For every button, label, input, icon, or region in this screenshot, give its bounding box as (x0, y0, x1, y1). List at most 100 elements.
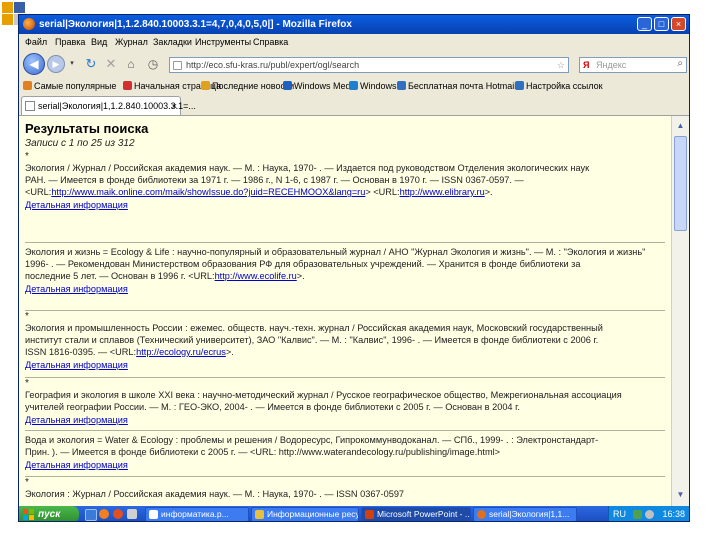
page-icon (173, 61, 182, 70)
page-icon (25, 101, 35, 111)
record-bullet: * (25, 151, 29, 162)
reload-icon[interactable]: ↻ (83, 56, 99, 72)
page-title: Результаты поиска (25, 121, 149, 136)
bookmark-icon (515, 81, 524, 90)
record-line: учителей географии России. — М. : ГЕО-ЭК… (25, 402, 520, 412)
record-line: Прин. ). — Имеется в фонде библиотеки с … (25, 447, 501, 457)
clock: 16:38 (662, 509, 685, 519)
star-icon[interactable]: ☆ (557, 58, 565, 72)
slide-deco-square-orange-2 (2, 14, 13, 25)
record-line: Экология : Журнал / Российская академия … (25, 489, 405, 499)
divider (25, 377, 665, 378)
address-url: http://eco.sfu-kras.ru/publ/expert/ogl/s… (186, 60, 360, 70)
folder-icon (255, 510, 264, 519)
list-item: * Экология / Журнал / Российская академи… (25, 152, 665, 211)
firefox-icon (23, 18, 35, 30)
list-item: * Экология : Журнал / Российская академи… (25, 478, 665, 500)
maximize-button[interactable]: □ (654, 17, 669, 31)
record-bullet: * (25, 378, 29, 389)
record-link[interactable]: http://ecology.ru/ecrus (136, 347, 226, 357)
back-button[interactable]: ◀ (23, 53, 45, 75)
details-link[interactable]: Детальная информация (25, 414, 128, 426)
tab-active[interactable]: serial|Экология|1,1.2.840.10003.3.1=... … (21, 96, 196, 115)
list-item: * Экология и промышленность России : еже… (25, 312, 665, 371)
close-button[interactable]: × (671, 17, 686, 31)
record-link[interactable]: http://www.maik.online.com/maik/showIssu… (51, 187, 365, 197)
stop-icon[interactable]: ✕ (103, 56, 119, 72)
desktop-icon[interactable] (85, 509, 97, 521)
dropdown-history-icon[interactable]: ▾ (67, 55, 77, 73)
tab-bar: serial|Экология|1,1.2.840.10003.3.1=... … (19, 94, 689, 116)
app-icon[interactable] (127, 509, 137, 519)
details-link[interactable]: Детальная информация (25, 199, 128, 211)
scroll-up-icon[interactable]: ▲ (674, 119, 687, 132)
bookmark-latest-news[interactable]: Последние новости (201, 78, 294, 94)
list-item: * География и экология в школе XXI века … (25, 379, 665, 426)
start-button[interactable]: пуск (19, 506, 79, 521)
menu-file[interactable]: Файл (25, 34, 47, 51)
search-placeholder: Яндекс (596, 60, 627, 70)
search-input[interactable]: Я Яндекс ⌕ (579, 57, 687, 73)
record-url-line: ISSN 1816-0395. — <URL:http://ecology.ru… (25, 347, 234, 357)
clock-icon[interactable]: ◷ (145, 56, 161, 72)
slide-deco-square-orange (2, 2, 13, 13)
record-link[interactable]: http://www.ecolife.ru (215, 271, 297, 281)
home-icon[interactable]: ⌂ (123, 56, 139, 72)
scroll-down-icon[interactable]: ▼ (674, 488, 687, 501)
system-tray: RU 16:38 (608, 506, 689, 521)
media-player-icon[interactable] (99, 509, 109, 519)
bookmark-icon (123, 81, 132, 90)
menu-view[interactable]: Вид (91, 34, 107, 51)
bookmark-icon (283, 81, 292, 90)
minimize-button[interactable]: _ (637, 17, 652, 31)
divider (25, 242, 665, 243)
record-line: Вода и экология = Water & Ecology : проб… (25, 435, 599, 445)
title-bar[interactable]: serial|Экология|1,1.2.840.10003.3.1=4,7,… (19, 15, 689, 34)
menu-bookmarks[interactable]: Закладки (153, 34, 192, 51)
page-content: Результаты поиска Записи с 1 по 25 из 31… (19, 116, 671, 506)
menu-bar: Файл Правка Вид Журнал Закладки Инструме… (19, 34, 689, 51)
divider (25, 310, 665, 311)
vertical-scrollbar[interactable]: ▲ ▼ (671, 116, 689, 506)
bookmark-hotmail[interactable]: Бесплатная почта Hotmail (397, 78, 516, 94)
taskbar-item[interactable]: serial|Экология|1,1... (473, 507, 577, 521)
taskbar-item[interactable]: Информационные ресу... (251, 507, 359, 521)
navigation-toolbar: ◀ ▶ ▾ ↻ ✕ ⌂ ◷ http://eco.sfu-kras.ru/pub… (19, 51, 689, 78)
address-bar[interactable]: http://eco.sfu-kras.ru/publ/expert/ogl/s… (169, 57, 569, 73)
window-title: serial|Экология|1,1.2.840.10003.3.1=4,7,… (39, 19, 352, 30)
bookmark-windows-media[interactable]: Windows Media (283, 78, 358, 94)
record-line: Экология и жизнь = Ecology & Life : науч… (25, 247, 646, 257)
start-label: пуск (38, 509, 61, 520)
divider (25, 476, 665, 477)
search-icon[interactable]: ⌕ (677, 57, 683, 71)
tray-icon[interactable] (633, 510, 642, 519)
language-indicator[interactable]: RU (613, 506, 626, 521)
browser-icon[interactable] (113, 509, 123, 519)
menu-tools[interactable]: Инструменты (195, 34, 251, 51)
firefox-icon (477, 510, 486, 519)
record-line: Экология и промышленность России : ежеме… (25, 323, 603, 333)
record-link[interactable]: http://www.elibrary.ru (400, 187, 485, 197)
taskbar-item[interactable]: Microsoft PowerPoint - ... (361, 507, 471, 521)
bookmark-windows[interactable]: Windows (349, 78, 397, 94)
divider (25, 430, 665, 431)
menu-help[interactable]: Справка (253, 34, 288, 51)
volume-icon[interactable] (645, 510, 654, 519)
yandex-icon: Я (583, 60, 590, 70)
tab-close-icon[interactable]: × (172, 97, 177, 115)
details-link[interactable]: Детальная информация (25, 359, 128, 371)
menu-edit[interactable]: Правка (55, 34, 85, 51)
details-link[interactable]: Детальная информация (25, 459, 128, 471)
browser-window: serial|Экология|1,1.2.840.10003.3.1=4,7,… (18, 14, 690, 522)
powerpoint-icon (365, 510, 374, 519)
scroll-thumb[interactable] (674, 136, 687, 231)
bookmark-most-visited[interactable]: Самые популярные (23, 78, 116, 94)
taskbar-item[interactable]: информатика.р... (145, 507, 249, 521)
record-line: География и экология в школе XXI века : … (25, 390, 622, 400)
menu-history[interactable]: Журнал (115, 34, 148, 51)
slide-deco-square-blue (14, 2, 25, 13)
bookmark-icon (349, 81, 358, 90)
details-link[interactable]: Детальная информация (25, 283, 128, 295)
bookmark-customize-links[interactable]: Настройка ссылок (515, 78, 603, 94)
forward-button[interactable]: ▶ (47, 55, 65, 73)
